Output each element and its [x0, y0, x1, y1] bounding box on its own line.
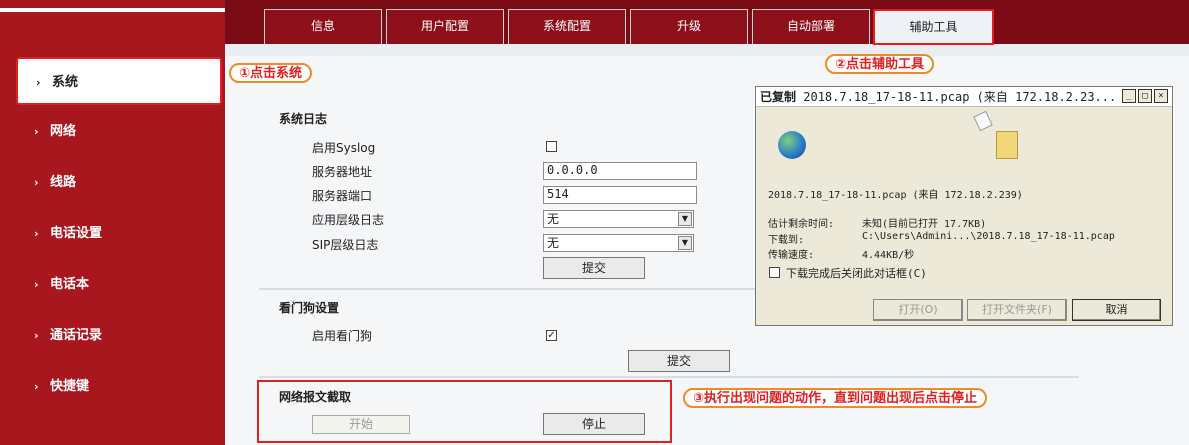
dialog-file-line: 2018.7.18_17-18-11.pcap (来自 172.18.2.239…: [768, 190, 1023, 201]
tab-tools[interactable]: 辅助工具: [873, 9, 994, 45]
chevron-right-icon: ›: [36, 76, 41, 89]
chevron-right-icon: ›: [34, 380, 39, 393]
chevron-right-icon: ›: [34, 176, 39, 189]
sidebar-item-lines[interactable]: › 线路: [34, 173, 76, 193]
watchdog-section-title: 看门狗设置: [279, 301, 340, 315]
tab-user-config[interactable]: 用户配置: [386, 9, 504, 44]
sidebar-item-label: 电话设置: [50, 226, 103, 241]
app-log-level-label: 应用层级日志: [312, 213, 385, 227]
sidebar-item-label: 通话记录: [50, 328, 103, 343]
tab-info[interactable]: 信息: [264, 9, 382, 44]
chevron-right-icon: ›: [34, 125, 39, 138]
download-dialog: 已复制 2018.7.18_17-18-11.pcap (来自 172.18.2…: [755, 86, 1173, 326]
folder-icon: [996, 131, 1018, 159]
watchdog-enable-label: 启用看门狗: [312, 329, 373, 343]
sidebar-item-phonebook[interactable]: › 电话本: [34, 275, 89, 295]
remaining-time-value: 未知(目前已打开 17.7KB): [862, 219, 987, 230]
dialog-title-text: 2018.7.18_17-18-11.pcap (来自 172.18.2.23.…: [803, 90, 1117, 104]
transfer-speed-value: 4.44KB/秒: [862, 250, 915, 261]
annotation-step-1: ①点击系统: [229, 63, 313, 83]
document-icon: [973, 110, 993, 132]
sip-log-level-label: SIP层级日志: [312, 238, 379, 252]
sidebar-item-phone-settings[interactable]: › 电话设置: [34, 224, 102, 244]
watchdog-enable-checkbox[interactable]: ✓: [546, 330, 557, 341]
tab-system-config[interactable]: 系统配置: [508, 9, 626, 44]
sidebar-item-label: 系统: [52, 75, 79, 90]
capture-section-title: 网络报文截取: [279, 390, 352, 404]
sidebar-item-label: 线路: [50, 175, 77, 190]
server-address-label: 服务器地址: [312, 165, 373, 179]
app-log-level-value: 无: [547, 212, 560, 226]
close-when-done-checkbox[interactable]: [769, 267, 780, 278]
tab-auto-provision[interactable]: 自动部署: [752, 9, 870, 44]
sidebar-item-call-log[interactable]: › 通话记录: [34, 326, 102, 346]
syslog-enable-label: 启用Syslog: [312, 141, 376, 155]
syslog-section-title: 系统日志: [279, 112, 328, 126]
chevron-right-icon: ›: [34, 278, 39, 291]
watchdog-submit-button[interactable]: 提交: [628, 350, 730, 372]
app-log-level-select[interactable]: 无 ▼: [543, 210, 694, 228]
section-divider: [259, 376, 1079, 378]
sidebar-item-label: 快捷键: [50, 379, 90, 394]
close-icon[interactable]: ×: [1154, 89, 1168, 103]
chevron-down-icon: ▼: [678, 212, 692, 226]
tab-upgrade[interactable]: 升级: [630, 9, 748, 44]
chevron-down-icon: ▼: [678, 236, 692, 250]
syslog-enable-checkbox[interactable]: [546, 141, 557, 152]
close-when-done-label: 下载完成后关闭此对话框(C): [786, 267, 927, 280]
sidebar: › 系统 › 网络 › 线路 › 电话设置 › 电话本 › 通话记录 › 快捷键: [0, 0, 225, 445]
server-port-label: 服务器端口: [312, 189, 373, 203]
annotation-step-3: ③执行出现问题的动作，直到问题出现后点击停止: [683, 388, 988, 408]
open-button[interactable]: 打开(O): [873, 299, 963, 321]
sidebar-item-network[interactable]: › 网络: [34, 122, 76, 142]
dialog-titlebar: 已复制 2018.7.18_17-18-11.pcap (来自 172.18.2…: [756, 87, 1172, 107]
sidebar-item-hotkeys[interactable]: › 快捷键: [34, 377, 89, 397]
download-to-label: 下载到:: [768, 235, 805, 246]
sip-log-level-select[interactable]: 无 ▼: [543, 234, 694, 252]
annotation-step-2: ②点击辅助工具: [825, 54, 935, 74]
transfer-speed-label: 传输速度:: [768, 250, 815, 261]
capture-start-button[interactable]: 开始: [312, 415, 410, 434]
chevron-right-icon: ›: [34, 227, 39, 240]
capture-stop-button[interactable]: 停止: [543, 413, 645, 435]
sidebar-item-label: 网络: [50, 124, 77, 139]
top-nav-divider: [225, 44, 1189, 56]
remaining-time-label: 估计剩余时间:: [768, 219, 835, 230]
open-folder-button[interactable]: 打开文件夹(F): [967, 299, 1067, 321]
sidebar-item-label: 电话本: [50, 277, 90, 292]
download-to-value: C:\Users\Admini...\2018.7.18_17-18-11.pc…: [862, 231, 1115, 242]
cancel-button[interactable]: 取消: [1072, 299, 1161, 321]
sidebar-item-system[interactable]: › 系统: [16, 57, 222, 105]
server-port-input[interactable]: 514: [543, 186, 697, 204]
server-address-input[interactable]: 0.0.0.0: [543, 162, 697, 180]
dialog-title-prefix: 已复制: [760, 90, 797, 104]
syslog-submit-button[interactable]: 提交: [543, 257, 645, 279]
maximize-icon[interactable]: □: [1138, 89, 1152, 103]
globe-icon: [778, 131, 806, 159]
chevron-right-icon: ›: [34, 329, 39, 342]
sip-log-level-value: 无: [547, 236, 560, 250]
sidebar-top-strip: [0, 8, 225, 12]
minimize-icon[interactable]: _: [1122, 89, 1136, 103]
